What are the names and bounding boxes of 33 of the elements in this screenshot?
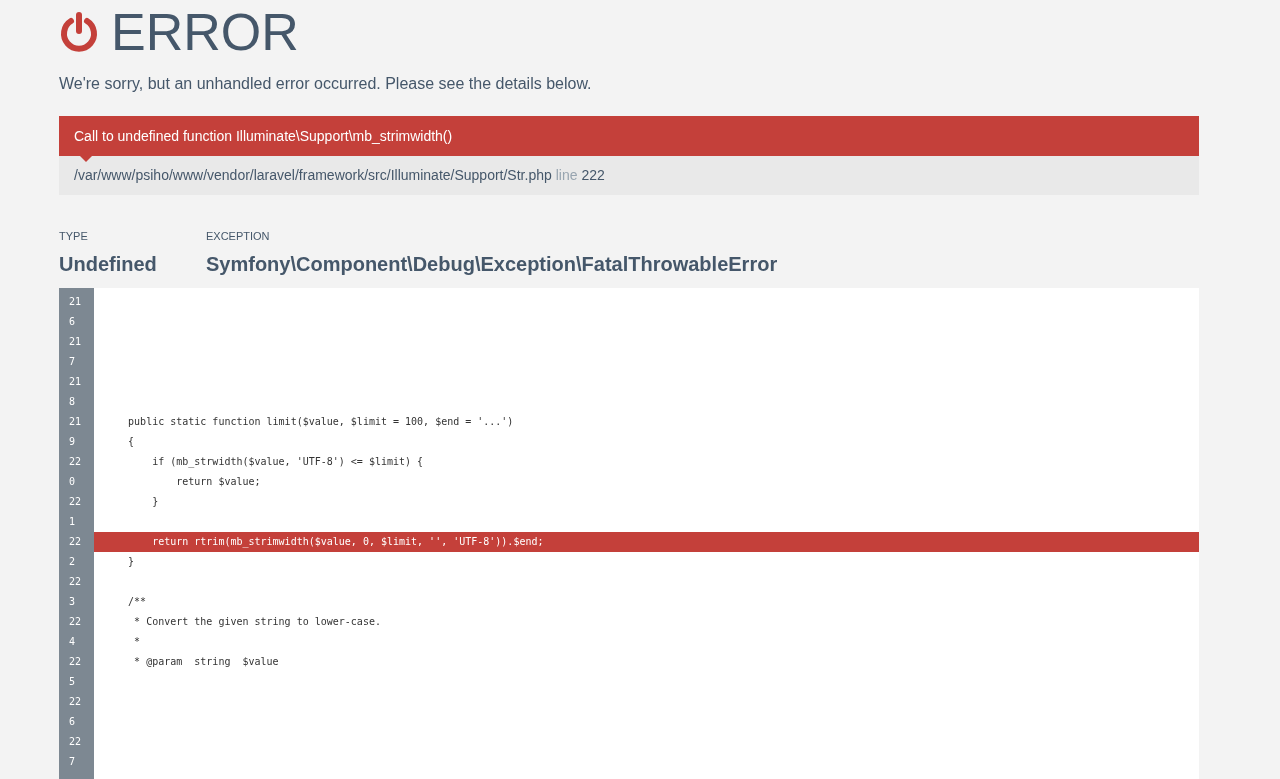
code-line: } — [127, 556, 135, 567]
code-line: * @param string $value — [133, 656, 279, 667]
gutter-line-number: 218 — [69, 375, 82, 409]
detail-label: TYPE — [59, 229, 89, 243]
detail-value: Undefined — [59, 252, 158, 276]
gutter-line-number: 226 — [69, 695, 82, 729]
code-line: * Convert the given string to lower-case. — [133, 616, 381, 627]
gutter-line-number: 216 — [69, 295, 82, 329]
file-path: /var/www/psiho/www/vendor/laravel/framework/src/Illuminate/Support/Str.php — [74, 166, 552, 185]
gutter-line-number: 224 — [69, 615, 82, 649]
gutter-line-number: 219 — [69, 415, 82, 449]
detail-value: Symfony\Component\Debug\Exception\FatalThrowableError — [206, 252, 778, 276]
code-line: if (mb_strwidth($value, 'UTF-8') <= $limit) { — [151, 456, 424, 467]
gutter-line-number: 220 — [69, 455, 82, 489]
gutter-line-number: 222 — [69, 535, 82, 569]
code-line: /** — [127, 596, 147, 607]
gutter-line-number: 227 — [69, 735, 82, 769]
gutter-line-number: 217 — [69, 335, 82, 369]
line-label: line — [555, 166, 578, 185]
power-icon — [59, 12, 99, 52]
gutter-line-number: 221 — [69, 495, 82, 529]
gutter-line-number: 223 — [69, 575, 82, 609]
line-number: 222 — [581, 166, 605, 185]
code-line: } — [151, 496, 159, 507]
code-line: * — [133, 636, 141, 647]
gutter-line-number: 225 — [69, 655, 82, 689]
page-heading: ERROR — [111, 6, 299, 58]
intro-text: We're sorry, but an unhandled error occurred. Please see the details below. — [59, 74, 593, 94]
code-line: return $value; — [175, 476, 261, 487]
code-line: public static function limit($value, $limit = 100, $end = '...') — [127, 416, 514, 427]
code-line: return rtrim(mb_strimwidth($value, 0, $limit, '', 'UTF-8')).$end; — [151, 536, 544, 547]
code-line: { — [127, 436, 135, 447]
detail-label: EXCEPTION — [206, 229, 271, 243]
